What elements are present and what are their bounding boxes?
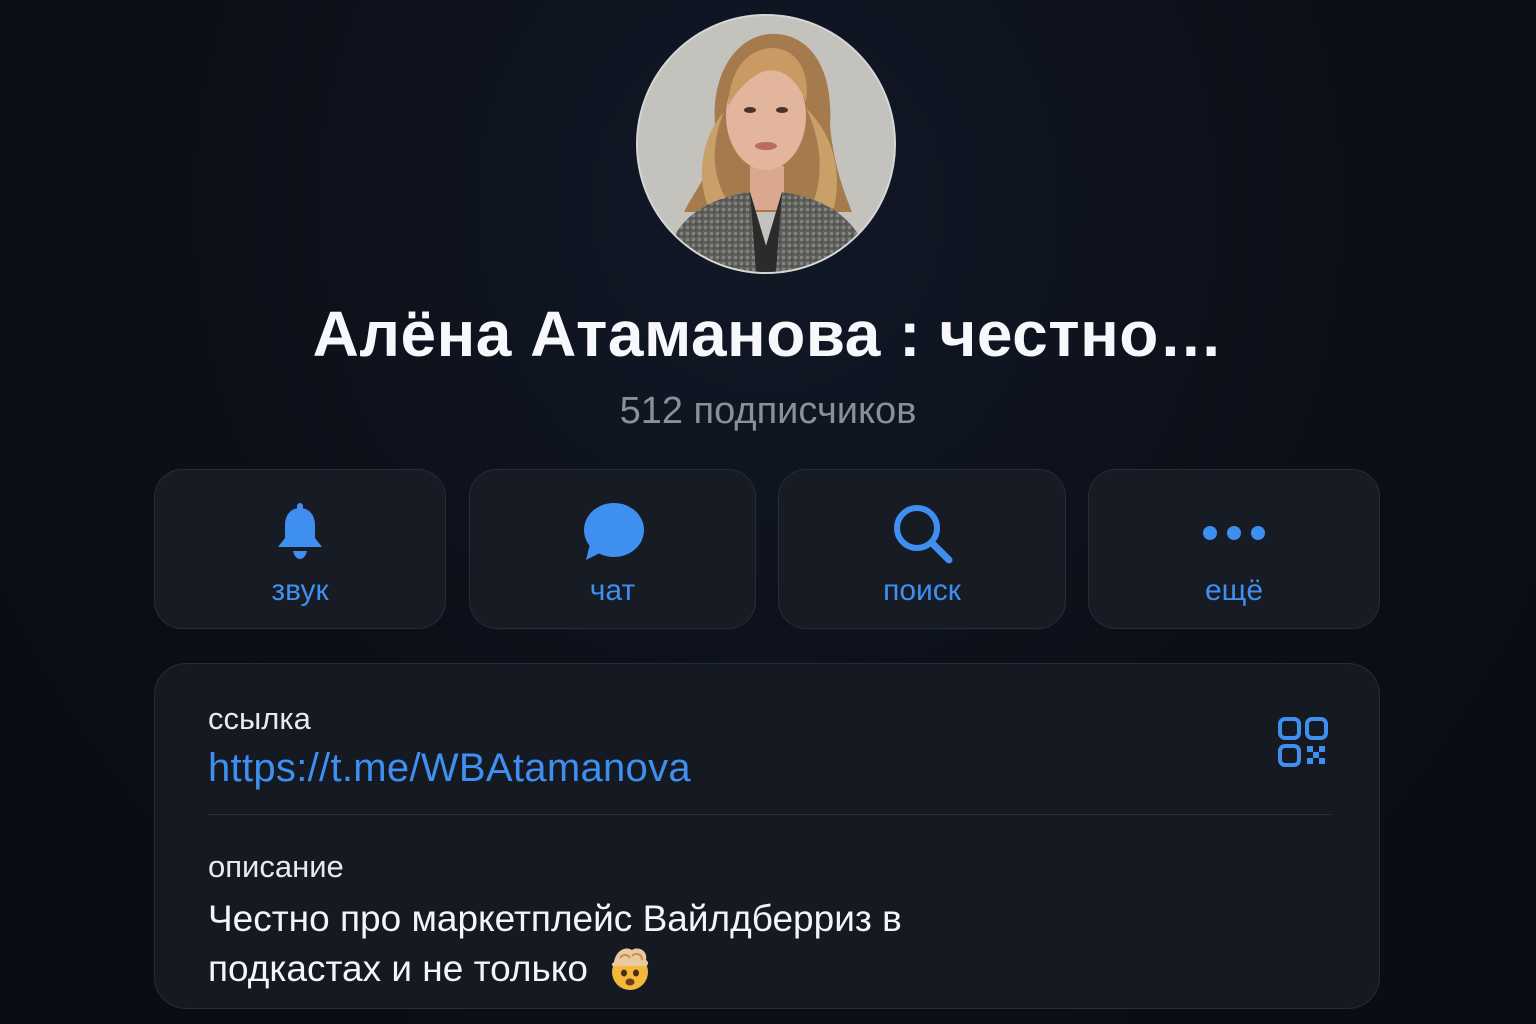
qr-code-icon[interactable] — [1277, 716, 1329, 768]
chat-button-label: чат — [589, 574, 636, 607]
exploding-head-emoji-icon — [612, 948, 649, 991]
chat-button[interactable]: чат — [469, 469, 756, 629]
more-button[interactable]: ещё — [1088, 469, 1380, 629]
description-line-2: подкастах и не только — [208, 944, 1108, 994]
bell-icon — [278, 503, 322, 559]
channel-description: Честно про маркетплейс Вайлдберриз в под… — [208, 894, 1108, 994]
description-line-1: Честно про маркетплейс Вайлдберриз в — [208, 898, 902, 939]
action-buttons: звук чат поиск ещё — [154, 469, 1380, 631]
channel-profile: Алёна Атаманова : честно… 512 подписчико… — [0, 0, 1536, 1024]
search-icon — [894, 505, 953, 564]
link-label: ссылка — [208, 701, 311, 736]
search-button[interactable]: поиск — [778, 469, 1066, 629]
more-button-label: ещё — [1204, 574, 1264, 607]
channel-link[interactable]: https://t.me/WBAtamanova — [208, 746, 691, 791]
channel-name: Алёна Атаманова : честно… — [312, 298, 1224, 370]
channel-avatar[interactable] — [636, 14, 896, 274]
mute-button-label: звук — [271, 574, 329, 607]
mute-button[interactable]: звук — [154, 469, 446, 629]
description-label: описание — [208, 849, 344, 884]
info-divider — [208, 814, 1331, 815]
chat-bubble-icon — [583, 503, 644, 560]
subscriber-count: 512 подписчиков — [619, 390, 917, 432]
description-line-2-text: подкастах и не только — [208, 948, 588, 989]
channel-info-card: ссылка https://t.me/WBAtamanova описание… — [154, 663, 1380, 1009]
search-button-label: поиск — [883, 574, 961, 607]
more-dots-icon — [1203, 526, 1265, 540]
